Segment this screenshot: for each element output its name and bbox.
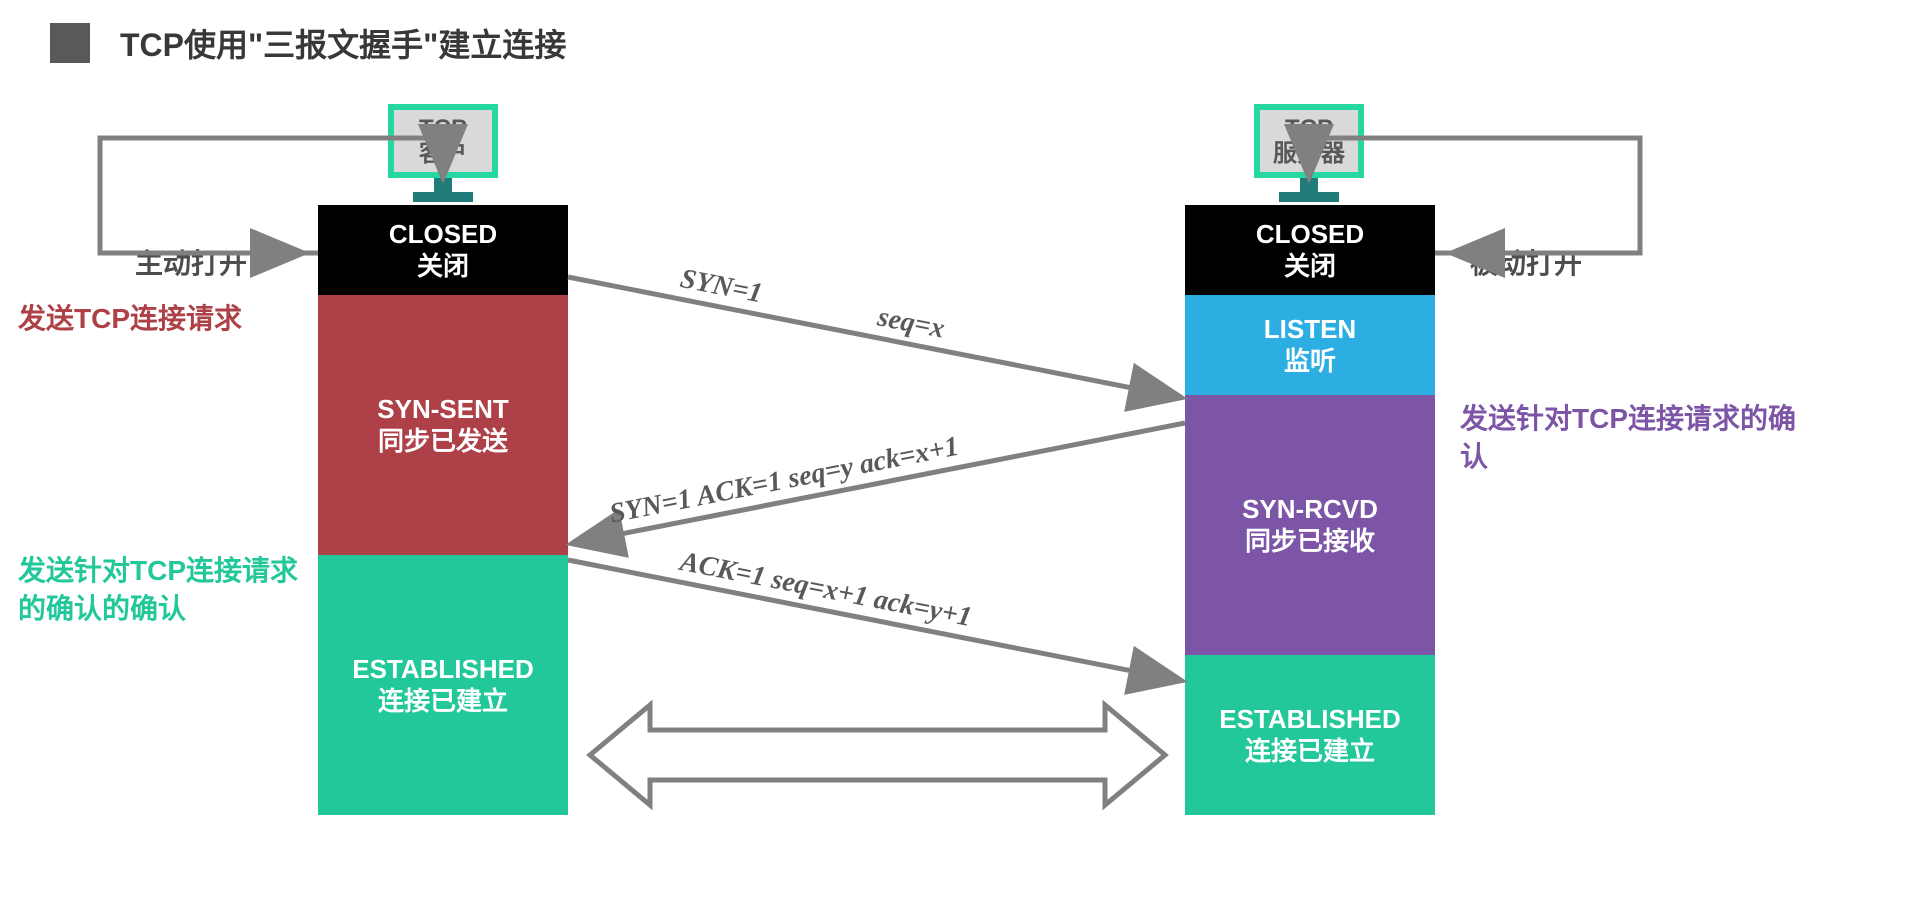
server-open-arrow [1309,138,1640,253]
data-transfer-double-arrow [590,705,1165,805]
msg1-text: SYN=1 seq=x [678,263,1192,392]
msg3-arrow [568,560,1178,680]
msg1-arrow [568,277,1178,397]
msg2-arrow [575,423,1185,543]
diagram-arrows-layer: SYN=1 seq=x SYN=1 ACK=1 seq=y ack=x+1 AC… [0,0,1906,899]
client-open-arrow [100,138,443,253]
msg2-text: SYN=1 ACK=1 seq=y ack=x+1 [607,431,961,530]
